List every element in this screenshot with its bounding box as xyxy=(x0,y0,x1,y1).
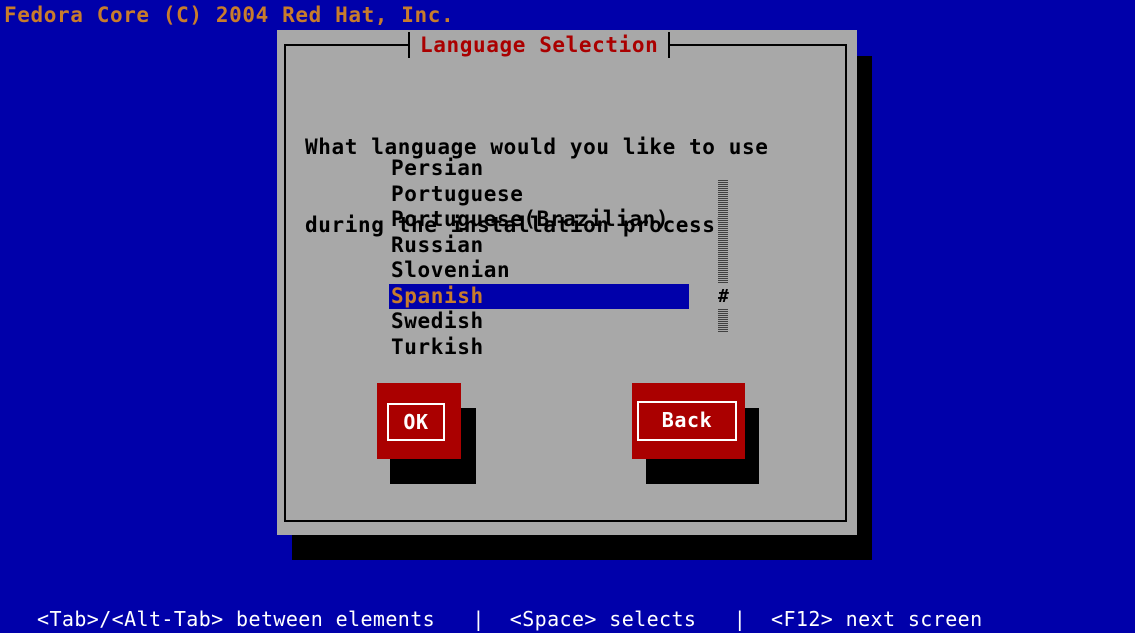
language-item-spanish[interactable]: Spanish xyxy=(389,283,689,309)
scrollbar-track-upper[interactable] xyxy=(718,180,728,284)
language-item-swedish[interactable]: Swedish xyxy=(389,309,689,335)
language-list[interactable]: Persian Portuguese Portuguese(Brazilian)… xyxy=(389,156,689,360)
top-banner: Fedora Core (C) 2004 Red Hat, Inc. xyxy=(4,3,455,27)
ok-button[interactable]: OK xyxy=(377,383,461,459)
back-button[interactable]: Back xyxy=(632,383,745,459)
ok-button-label: OK xyxy=(387,403,445,441)
language-item-slovenian[interactable]: Slovenian xyxy=(389,258,689,284)
language-item-russian[interactable]: Russian xyxy=(389,233,689,259)
keyboard-help-line: <Tab>/<Alt-Tab> between elements | <Spac… xyxy=(37,607,983,631)
scrollbar-track-lower[interactable] xyxy=(718,309,728,333)
dialog-title: Language Selection xyxy=(408,32,671,58)
language-list-scrollbar[interactable]: # xyxy=(718,180,729,333)
language-item-portuguese-brazilian[interactable]: Portuguese(Brazilian) xyxy=(389,207,689,233)
language-item-portuguese[interactable]: Portuguese xyxy=(389,182,689,208)
language-item-turkish[interactable]: Turkish xyxy=(389,335,689,361)
scrollbar-thumb[interactable]: # xyxy=(718,284,729,309)
back-button-label: Back xyxy=(637,401,737,441)
language-selection-dialog: Language Selection What language would y… xyxy=(277,30,857,535)
language-item-persian[interactable]: Persian xyxy=(389,156,689,182)
